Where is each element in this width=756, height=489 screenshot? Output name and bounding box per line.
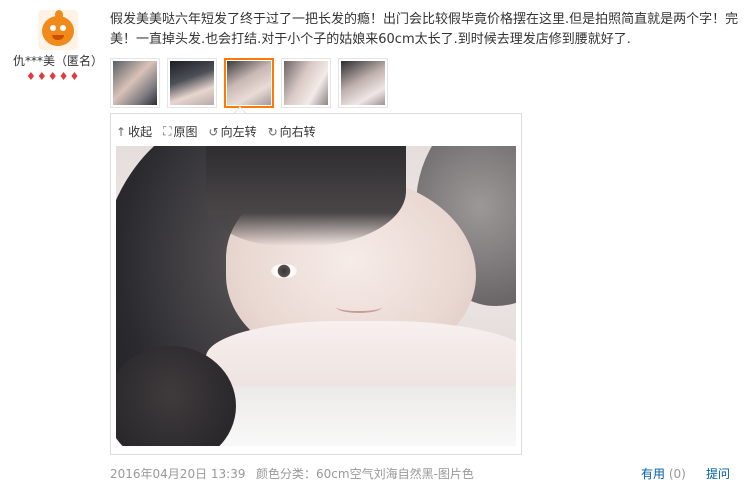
rotate-right-label: 向右转 [279,125,316,139]
user-avatar[interactable] [38,10,78,50]
gem-icon: ♦ [58,70,69,83]
thumbnail-photo [284,61,328,105]
helpful-count: (0) [668,467,686,481]
expand-icon: ⛶ [163,124,172,138]
thumbnail-photo [170,61,214,105]
product-variant: 颜色分类：60cm空气刘海自然黑-图片色 [256,465,474,482]
rotate-left-button[interactable]: ↺ 向左转 [209,123,257,140]
original-image-button[interactable]: ⛶ 原图 [163,123,197,140]
mascot-face-icon [42,16,74,46]
review-thumbnail-active[interactable] [224,58,274,108]
rotate-right-icon: ↻ [267,124,278,139]
image-viewer: ↑ 收起 ⛶ 原图 ↺ 向左转 ↻ 向右转 [110,113,522,455]
variant-label: 颜色分类： [256,467,317,481]
user-level-badges: ♦ ♦ ♦ ♦ ♦ [26,71,79,83]
helpful-button[interactable]: 有用 (0) [641,465,686,482]
review-date: 2016年04月20日 13:39 [110,467,246,481]
review-thumbnail[interactable] [281,58,331,108]
gem-icon: ♦ [47,70,58,83]
thumbnail-photo [227,61,271,105]
helpful-label: 有用 [641,467,666,481]
gem-icon: ♦ [69,70,80,83]
gem-icon: ♦ [36,70,47,83]
review-thumbnail[interactable] [167,58,217,108]
collapse-label: 收起 [128,125,153,139]
gem-icon: ♦ [26,70,36,83]
rotate-left-icon: ↺ [208,124,219,139]
review-thumbnail[interactable] [110,58,160,108]
thumbnail-photo [341,61,385,105]
mascot-eye-icon [60,25,66,31]
review-text: 假发美美哒六年短发了终于过了一把长发的瘾！出门会比较假毕竟价格摆在这里.但是拍照… [110,12,739,47]
ask-question-link[interactable]: 提问 [706,465,730,482]
variant-value: 60cm空气刘海自然黑-图片色 [316,467,474,481]
username: 仇***美（匿名） [12,54,103,68]
rotate-left-label: 向左转 [220,125,257,139]
mascot-eye-icon [50,25,56,31]
rotate-right-button[interactable]: ↻ 向右转 [268,123,316,140]
review-meta: 2016年04月20日 13:39 颜色分类：60cm空气刘海自然黑-图片色 有… [110,465,746,481]
review-thumbnail[interactable] [338,58,388,108]
collapse-button[interactable]: ↑ 收起 [116,123,152,140]
original-image-label: 原图 [173,125,198,139]
review-photo-large[interactable] [116,146,516,446]
arrow-up-icon: ↑ [116,124,127,139]
viewer-toolbar: ↑ 收起 ⛶ 原图 ↺ 向左转 ↻ 向右转 [116,123,316,140]
review-thumbnails [110,58,388,108]
viewer-pointer-arrow [234,106,246,113]
thumbnail-photo [113,61,157,105]
